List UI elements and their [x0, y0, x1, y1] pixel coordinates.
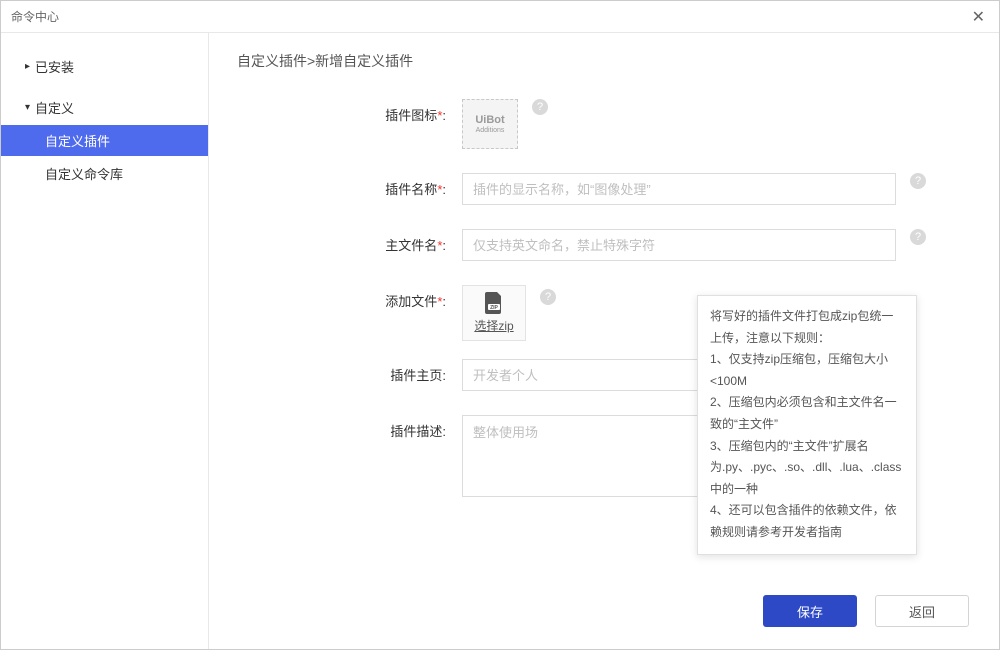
main-layout: ▸ 已安装 ▾ 自定义 自定义插件 自定义命令库 自定义插件>新增自定义插件 插…: [1, 33, 999, 649]
row-plugin-name: 插件名称*: ?: [337, 173, 971, 205]
row-plugin-icon: 插件图标*: UiBot Additions ?: [337, 99, 971, 149]
chevron-right-icon: ▸: [25, 61, 35, 72]
label-add-file: 添加文件*:: [337, 285, 462, 310]
label-plugin-name: 插件名称*:: [337, 173, 462, 198]
sidebar: ▸ 已安装 ▾ 自定义 自定义插件 自定义命令库: [1, 33, 209, 649]
tooltip-line: 4、还可以包含插件的依赖文件，依赖规则请参考开发者指南: [710, 500, 904, 543]
tooltip-line: 1、仅支持zip压缩包，压缩包大小<100M: [710, 349, 904, 392]
select-zip-label: 选择zip: [474, 317, 513, 334]
upload-badge-text1: UiBot: [475, 115, 504, 126]
upload-badge-text2: Additions: [476, 127, 505, 134]
zip-file-icon: ZIP: [484, 293, 504, 313]
back-button[interactable]: 返回: [875, 595, 969, 627]
label-main-file: 主文件名*:: [337, 229, 462, 254]
tooltip-line: 2、压缩包内必须包含和主文件名一致的“主文件”: [710, 392, 904, 435]
sidebar-item-label: 已安装: [35, 57, 74, 76]
footer-actions: 保存 返回: [763, 595, 969, 627]
row-main-file: 主文件名*: ?: [337, 229, 971, 261]
sidebar-item-label: 自定义: [35, 98, 74, 117]
label-plugin-icon: 插件图标*:: [337, 99, 462, 124]
window-title: 命令中心: [11, 8, 59, 25]
sidebar-item-custom-lib[interactable]: 自定义命令库: [1, 158, 208, 189]
save-button[interactable]: 保存: [763, 595, 857, 627]
sidebar-item-custom-plugin[interactable]: 自定义插件: [1, 125, 208, 156]
select-zip-button[interactable]: ZIP 选择zip: [462, 285, 526, 341]
help-icon[interactable]: ?: [532, 99, 548, 115]
breadcrumb: 自定义插件>新增自定义插件: [237, 51, 971, 71]
help-icon[interactable]: ?: [910, 173, 926, 189]
help-icon[interactable]: ?: [910, 229, 926, 245]
tooltip-line: 3、压缩包内的“主文件”扩展名为.py、.pyc、.so、.dll、.lua、.…: [710, 436, 904, 501]
plugin-name-input[interactable]: [462, 173, 896, 205]
sidebar-item-custom[interactable]: ▾ 自定义: [1, 92, 208, 123]
tooltip-line: 将写好的插件文件打包成zip包统一上传，注意以下规则：: [710, 306, 904, 349]
close-icon[interactable]: ✕: [968, 7, 989, 27]
svg-text:ZIP: ZIP: [490, 305, 498, 311]
add-file-tooltip: 将写好的插件文件打包成zip包统一上传，注意以下规则： 1、仅支持zip压缩包，…: [697, 295, 917, 555]
plugin-icon-upload[interactable]: UiBot Additions: [462, 99, 518, 149]
label-plugin-desc: 插件描述:: [337, 415, 462, 440]
main-file-input[interactable]: [462, 229, 896, 261]
content-area: 自定义插件>新增自定义插件 插件图标*: UiBot Additions ? 插…: [209, 33, 999, 649]
label-plugin-home: 插件主页:: [337, 359, 462, 384]
sidebar-item-label: 自定义命令库: [45, 167, 123, 182]
sidebar-item-label: 自定义插件: [45, 134, 110, 149]
sidebar-item-installed[interactable]: ▸ 已安装: [1, 51, 208, 82]
titlebar: 命令中心 ✕: [1, 1, 999, 33]
help-icon[interactable]: ?: [540, 289, 556, 305]
chevron-down-icon: ▾: [25, 102, 35, 113]
